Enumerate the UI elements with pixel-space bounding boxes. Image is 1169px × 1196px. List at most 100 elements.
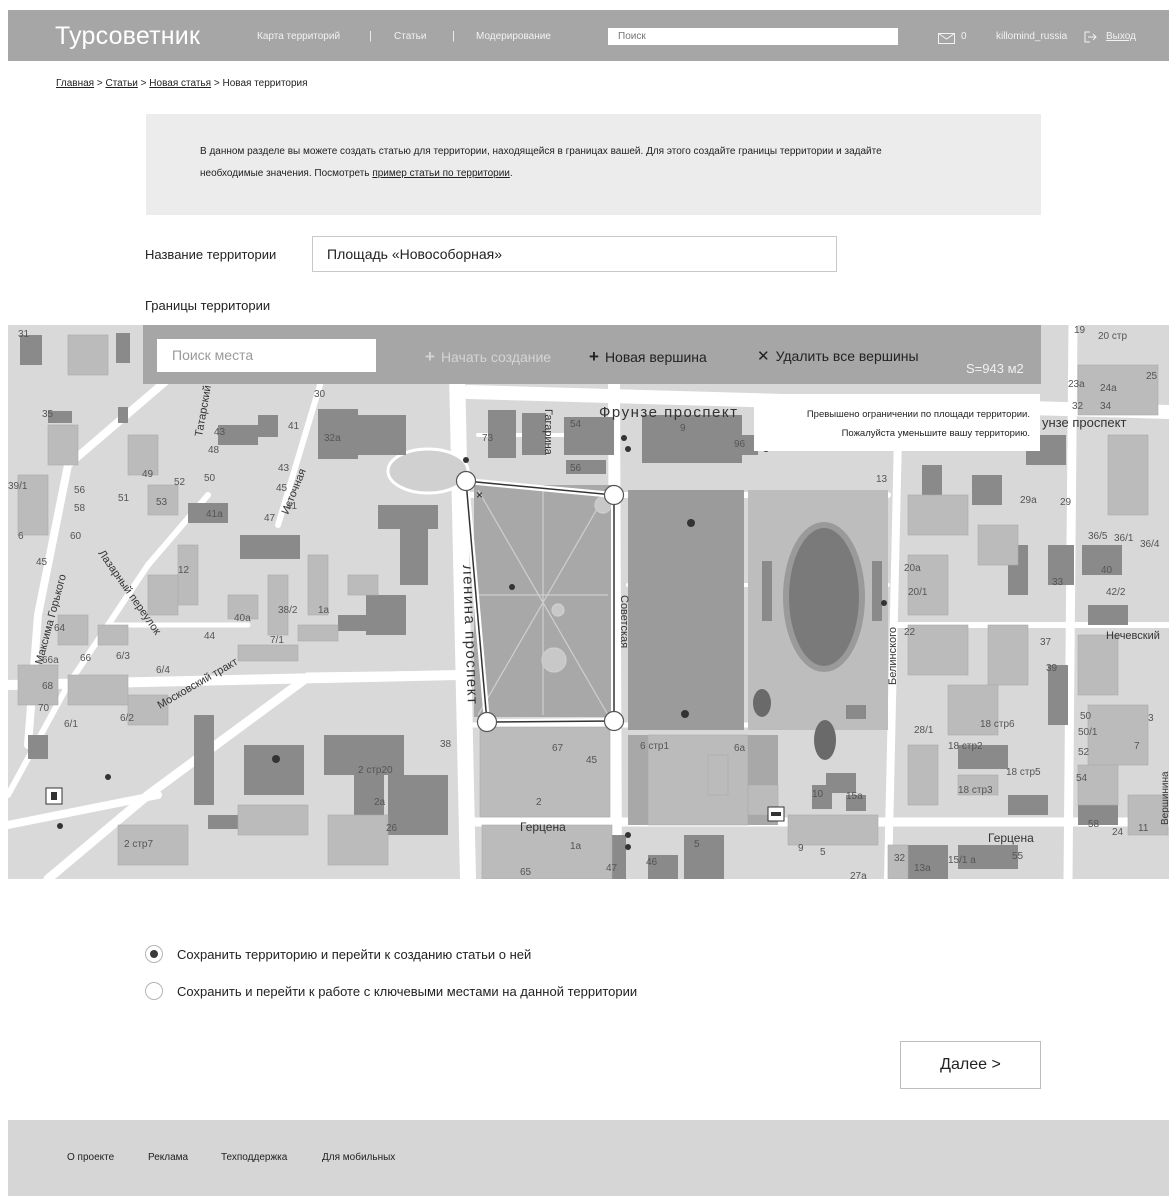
map-house-number: 19 (1074, 325, 1086, 336)
map-house-number: 1а (570, 841, 582, 852)
map-street-label: Белинского (887, 627, 899, 685)
map-house-number: 18 стр3 (958, 785, 993, 796)
car-icon (767, 806, 785, 822)
map-house-number: 2 (536, 797, 542, 808)
map-house-number: 31 (18, 329, 30, 340)
map-house-number: 7/1 (270, 635, 284, 646)
map-house-number: 18 стр5 (1006, 767, 1041, 778)
new-vertex-label: Новая вершина (604, 349, 707, 365)
map-house-number: 39 (1046, 663, 1058, 674)
info-line-2: необходимые значения. Посмотреть (200, 168, 373, 179)
map-house-number: 18 стр2 (948, 741, 983, 752)
map-house-number: 43 (278, 463, 290, 474)
logout-icon[interactable] (1084, 30, 1097, 43)
map-house-number: 45 (586, 755, 598, 766)
map-house-number: 52 (1078, 747, 1090, 758)
map-house-number: 6 (18, 531, 24, 542)
map-house-number: 6/4 (156, 665, 170, 676)
map-house-number: 24а (1100, 383, 1117, 394)
footer-link-about[interactable]: О проекте (67, 1152, 114, 1163)
map-house-number: 2 стр20 (358, 765, 393, 776)
start-creation-button[interactable]: + Начать создание (425, 347, 551, 367)
option-key-places-label[interactable]: Сохранить и перейти к работе с ключевыми… (177, 984, 637, 999)
option-create-article-label[interactable]: Сохранить территорию и перейти к создани… (177, 947, 531, 962)
breadcrumb-articles[interactable]: Статьи (105, 78, 137, 89)
map-house-number: 32 (894, 853, 906, 864)
map-street-label: унзе проспект (1042, 415, 1126, 430)
footer-link-ads[interactable]: Реклама (148, 1152, 188, 1163)
map-house-number: 54 (570, 419, 582, 430)
map-house-number: 2 стр7 (124, 839, 153, 850)
example-article-link[interactable]: пример статьи по территории (372, 168, 510, 179)
plus-icon: + (589, 347, 599, 366)
map-house-number: 41а (206, 509, 223, 520)
info-line-1: В данном разделе вы можете создать стать… (200, 146, 882, 157)
map-house-number: 36/5 (1088, 531, 1108, 542)
map-house-number: 54 (1076, 773, 1088, 784)
map-street-label: Герцена (520, 820, 566, 834)
map-house-number: 68 (42, 681, 54, 692)
map-house-number: 33 (1052, 577, 1064, 588)
breadcrumb-new-article[interactable]: Новая статья (149, 78, 211, 89)
close-icon: ✕ (757, 348, 770, 365)
map-house-number: 32а (324, 433, 341, 444)
map-house-number: 20а (904, 563, 921, 574)
territory-name-input[interactable]: Площадь «Новособорная» (312, 236, 837, 272)
map-house-number: 51 (118, 493, 130, 504)
delete-all-vertices-button[interactable]: ✕ Удалить все вершины (757, 347, 919, 365)
map-house-number: 44 (204, 631, 216, 642)
map-house-number: 65 (520, 867, 532, 878)
new-vertex-button[interactable]: + Новая вершина (589, 347, 707, 367)
vertex-close-icon[interactable]: × (476, 488, 483, 502)
map-house-number: 23а (1068, 379, 1085, 390)
polygon-vertex-handle[interactable] (603, 710, 625, 732)
area-warning-tooltip: Превышено ограничении по площади террито… (754, 394, 1040, 451)
nav-territory-map[interactable]: Карта территорий (257, 31, 340, 42)
nav-articles[interactable]: Статьи (394, 31, 426, 42)
breadcrumb-home[interactable]: Главная (56, 78, 94, 89)
map-house-number: 73 (482, 433, 494, 444)
map-house-number: 56 (74, 485, 86, 496)
map-house-number: 58 (1088, 819, 1100, 830)
map-house-number: 34 (1100, 401, 1112, 412)
map-house-number: 41 (288, 421, 300, 432)
polygon-vertex-handle[interactable] (603, 484, 625, 506)
footer-link-support[interactable]: Техподдержка (221, 1152, 287, 1163)
map-house-number: 36/4 (1140, 539, 1160, 550)
territory-bounds-label: Границы территории (145, 298, 271, 313)
map-street-label: Нечевский (1106, 630, 1160, 642)
map-house-number: 66а (42, 655, 59, 666)
footer-link-mobile[interactable]: Для мобильных (322, 1152, 395, 1163)
map-house-number: 38 (440, 739, 452, 750)
map-house-number: 47 (606, 863, 618, 874)
polygon-vertex-handle[interactable] (476, 711, 498, 733)
map-house-number: 45 (36, 557, 48, 568)
logout-link[interactable]: Выход (1106, 31, 1136, 42)
map-house-number: 39/1 (8, 481, 28, 492)
map-house-number: 13 (876, 474, 888, 485)
territory-name-label: Название территории (145, 247, 277, 262)
username-link[interactable]: killomind_russia (996, 31, 1067, 42)
map-place-search-input[interactable]: Поиск места (157, 339, 376, 372)
site-search-input[interactable] (608, 28, 898, 45)
map-house-number: 7 (1134, 741, 1140, 752)
radio-create-article[interactable] (145, 945, 163, 963)
mail-icon[interactable] (938, 31, 955, 44)
map-house-number: 55 (1012, 851, 1024, 862)
map-house-number: 18 стр6 (980, 719, 1015, 730)
map-house-number: 66 (80, 653, 92, 664)
radio-key-places[interactable] (145, 982, 163, 1000)
map-street-label: Советская (618, 595, 630, 648)
map-house-number: 9 (798, 843, 804, 854)
polygon-vertex-handle[interactable] (455, 470, 477, 492)
map-house-number: 28/1 (914, 725, 934, 736)
map-house-number: 48 (208, 445, 220, 456)
nav-moderation[interactable]: Модерирование (476, 31, 551, 42)
next-button[interactable]: Далее > (900, 1041, 1041, 1089)
map-house-number: 24 (1112, 827, 1124, 838)
site-logo[interactable]: Турсоветник (55, 22, 200, 51)
plus-icon: + (425, 347, 435, 366)
warning-line-2: Пожалуйста уменьшите вашу территорию. (841, 428, 1030, 439)
map-house-number: 6а (734, 743, 746, 754)
map-house-number: 5 (694, 839, 700, 850)
